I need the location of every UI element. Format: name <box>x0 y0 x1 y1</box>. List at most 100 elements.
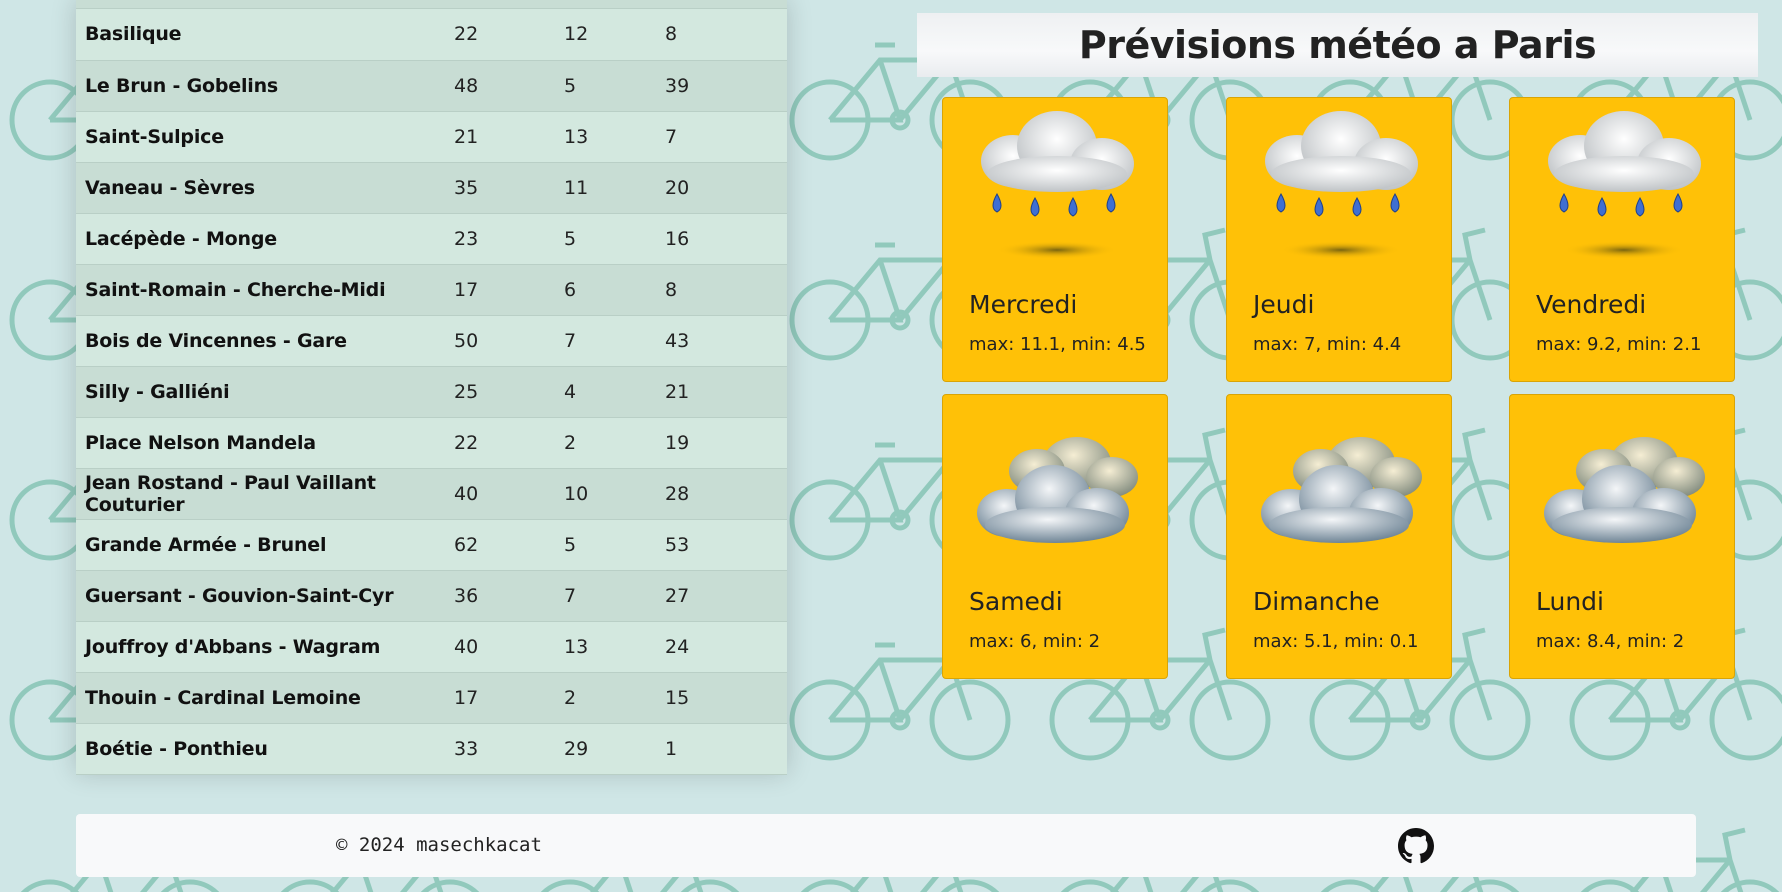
value-col2: 4 <box>555 366 656 418</box>
station-name: Thouin - Cardinal Lemoine <box>76 672 445 724</box>
weather-temps: max: 8.4, min: 2 <box>1536 631 1685 652</box>
value-col2: 7 <box>555 570 656 622</box>
value-col2: 5 <box>555 60 656 112</box>
weather-day: Lundi <box>1536 587 1604 616</box>
value-col2: 6 <box>555 264 656 316</box>
value-col1: 62 <box>445 519 555 571</box>
weather-day: Vendredi <box>1536 290 1647 319</box>
station-name: Bois de Vincennes - Gare <box>76 315 445 367</box>
weather-card: Samedi max: 6, min: 2 <box>942 394 1168 679</box>
value-col3: 20 <box>656 162 787 214</box>
stations-table: Basilique 22 12 8 Le Brun - Gobelins 48 5 39 Sai… <box>76 9 787 775</box>
station-name: Grande Armée - Brunel <box>76 519 445 571</box>
value-col3: 8 <box>656 9 787 61</box>
value-col3: 24 <box>656 621 787 673</box>
value-col2: 12 <box>555 9 656 61</box>
weather-temps: max: 5.1, min: 0.1 <box>1253 631 1419 652</box>
station-name: Lacépède - Monge <box>76 213 445 265</box>
value-col2: 2 <box>555 672 656 724</box>
table-row: Silly - Galliéni 25 4 21 <box>76 366 787 418</box>
station-name: Boétie - Ponthieu <box>76 723 445 775</box>
value-col1: 33 <box>445 723 555 775</box>
weather-temps: max: 9.2, min: 2.1 <box>1536 334 1702 355</box>
table-top-edge <box>76 0 787 9</box>
value-col3: 39 <box>656 60 787 112</box>
table-row: Thouin - Cardinal Lemoine 17 2 15 <box>76 672 787 724</box>
value-col1: 22 <box>445 417 555 469</box>
value-col2: 11 <box>555 162 656 214</box>
value-col1: 17 <box>445 672 555 724</box>
value-col2: 5 <box>555 519 656 571</box>
value-col2: 5 <box>555 213 656 265</box>
weather-day: Mercredi <box>969 290 1078 319</box>
github-icon[interactable] <box>1398 828 1434 868</box>
value-col1: 40 <box>445 468 555 520</box>
value-col2: 29 <box>555 723 656 775</box>
value-col3: 8 <box>656 264 787 316</box>
station-name: Guersant - Gouvion-Saint-Cyr <box>76 570 445 622</box>
value-col2: 2 <box>555 417 656 469</box>
value-col3: 28 <box>656 468 787 520</box>
weather-card: Mercredi max: 11.1, min: 4.5 <box>942 97 1168 382</box>
station-name: Silly - Galliéni <box>76 366 445 418</box>
value-col1: 23 <box>445 213 555 265</box>
weather-card: Jeudi max: 7, min: 4.4 <box>1226 97 1452 382</box>
station-name: Le Brun - Gobelins <box>76 60 445 112</box>
value-col2: 13 <box>555 621 656 673</box>
value-col1: 50 <box>445 315 555 367</box>
table-row: Basilique 22 12 8 <box>76 9 787 61</box>
table-row: Jouffroy d'Abbans - Wagram 40 13 24 <box>76 621 787 673</box>
value-col3: 21 <box>656 366 787 418</box>
value-col1: 36 <box>445 570 555 622</box>
weather-day: Samedi <box>969 587 1063 616</box>
weather-temps: max: 6, min: 2 <box>969 631 1101 652</box>
value-col1: 25 <box>445 366 555 418</box>
weather-card: Lundi max: 8.4, min: 2 <box>1509 394 1735 679</box>
value-col1: 40 <box>445 621 555 673</box>
value-col3: 15 <box>656 672 787 724</box>
value-col3: 19 <box>656 417 787 469</box>
weather-temps: max: 7, min: 4.4 <box>1253 334 1402 355</box>
value-col3: 16 <box>656 213 787 265</box>
station-name: Saint-Romain - Cherche-Midi <box>76 264 445 316</box>
value-col1: 35 <box>445 162 555 214</box>
value-col1: 22 <box>445 9 555 61</box>
value-col2: 7 <box>555 315 656 367</box>
value-col2: 10 <box>555 468 656 520</box>
table-row: Guersant - Gouvion-Saint-Cyr 36 7 27 <box>76 570 787 622</box>
value-col3: 7 <box>656 111 787 163</box>
value-col1: 17 <box>445 264 555 316</box>
table-row: Le Brun - Gobelins 48 5 39 <box>76 60 787 112</box>
weather-day: Dimanche <box>1253 587 1380 616</box>
station-name: Jouffroy d'Abbans - Wagram <box>76 621 445 673</box>
copyright-text: © 2024 masechkacat <box>336 834 542 856</box>
value-col3: 53 <box>656 519 787 571</box>
station-name: Vaneau - Sèvres <box>76 162 445 214</box>
value-col3: 1 <box>656 723 787 775</box>
stations-table-panel: Basilique 22 12 8 Le Brun - Gobelins 48 5 39 Sai… <box>76 0 787 775</box>
table-row: Bois de Vincennes - Gare 50 7 43 <box>76 315 787 367</box>
page-title: Prévisions météo a Paris <box>1078 23 1597 67</box>
table-row: Vaneau - Sèvres 35 11 20 <box>76 162 787 214</box>
table-row: Jean Rostand - Paul Vaillant Couturier 40… <box>76 468 787 520</box>
weather-day: Jeudi <box>1253 290 1315 319</box>
table-row: Grande Armée - Brunel 62 5 53 <box>76 519 787 571</box>
value-col1: 21 <box>445 111 555 163</box>
table-row: Boétie - Ponthieu 33 29 1 <box>76 723 787 775</box>
station-name: Basilique <box>76 9 445 61</box>
weather-title-box: Prévisions météo a Paris <box>917 13 1758 77</box>
weather-card: Vendredi max: 9.2, min: 2.1 <box>1509 97 1735 382</box>
weather-card: Dimanche max: 5.1, min: 0.1 <box>1226 394 1452 679</box>
station-name: Jean Rostand - Paul Vaillant Couturier <box>76 468 445 520</box>
value-col3: 27 <box>656 570 787 622</box>
table-row: Saint-Romain - Cherche-Midi 17 6 8 <box>76 264 787 316</box>
footer: © 2024 masechkacat <box>76 814 1696 877</box>
table-row: Place Nelson Mandela 22 2 19 <box>76 417 787 469</box>
station-name: Place Nelson Mandela <box>76 417 445 469</box>
value-col1: 48 <box>445 60 555 112</box>
table-row: Lacépède - Monge 23 5 16 <box>76 213 787 265</box>
station-name: Saint-Sulpice <box>76 111 445 163</box>
value-col2: 13 <box>555 111 656 163</box>
weather-temps: max: 11.1, min: 4.5 <box>969 334 1146 355</box>
table-row: Saint-Sulpice 21 13 7 <box>76 111 787 163</box>
